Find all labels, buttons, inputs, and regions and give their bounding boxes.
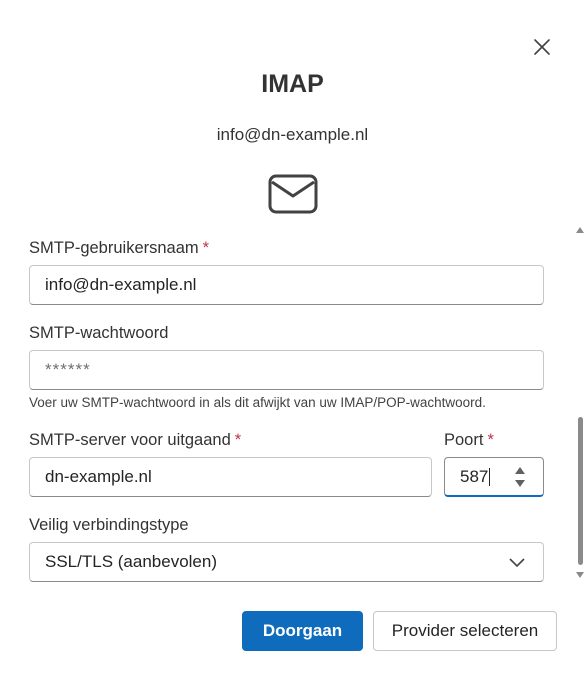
spinner-arrows-icon[interactable] — [513, 464, 527, 490]
text-caret — [489, 467, 491, 486]
smtp-username-label: SMTP-gebruikersnaam * — [29, 239, 210, 257]
scroll-up-arrow-icon[interactable] — [576, 226, 584, 234]
smtp-password-placeholder: ****** — [45, 360, 91, 379]
required-mark: * — [487, 431, 494, 449]
select-provider-button[interactable]: Provider selecteren — [373, 611, 557, 651]
port-value: 587 — [460, 466, 489, 486]
smtp-username-input[interactable]: info@dn-example.nl — [29, 265, 544, 305]
security-type-value: SSL/TLS (aanbevolen) — [45, 552, 217, 571]
security-type-label: Veilig verbindingstype — [29, 516, 189, 534]
smtp-server-value: dn-example.nl — [45, 467, 152, 486]
smtp-password-input[interactable]: ****** — [29, 350, 544, 390]
port-label: Poort * — [444, 431, 494, 449]
port-input[interactable]: 587 — [444, 457, 544, 497]
scrollbar-thumb[interactable] — [578, 417, 583, 565]
smtp-server-input[interactable]: dn-example.nl — [29, 457, 432, 497]
scroll-down-arrow-icon[interactable] — [576, 571, 584, 579]
envelope-icon — [268, 174, 318, 214]
smtp-password-label: SMTP-wachtwoord — [29, 324, 169, 342]
dialog-title: IMAP — [261, 70, 324, 98]
smtp-username-value: info@dn-example.nl — [45, 275, 197, 294]
smtp-password-hint: Voer uw SMTP-wachtwoord in als dit afwij… — [29, 395, 486, 410]
smtp-server-label: SMTP-server voor uitgaand * — [29, 431, 242, 449]
close-button[interactable] — [530, 35, 554, 59]
required-mark: * — [202, 239, 210, 257]
required-mark: * — [234, 431, 242, 449]
close-icon — [534, 39, 550, 55]
security-type-select[interactable]: SSL/TLS (aanbevolen) — [29, 542, 544, 582]
account-email: info@dn-example.nl — [216, 125, 369, 144]
continue-button[interactable]: Doorgaan — [242, 611, 363, 651]
chevron-down-icon — [509, 558, 525, 568]
